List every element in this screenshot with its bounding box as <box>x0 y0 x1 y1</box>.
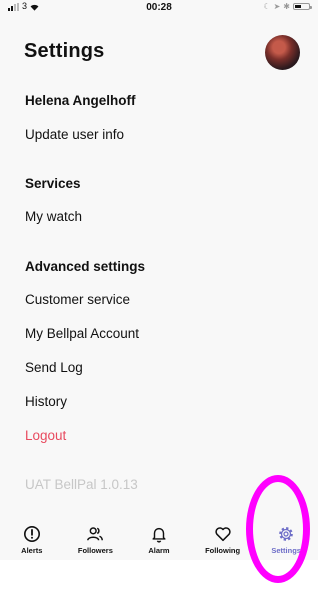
tab-label-alarm: Alarm <box>148 546 170 555</box>
my-watch-item[interactable]: My watch <box>25 209 82 224</box>
logout-item[interactable]: Logout <box>25 428 66 443</box>
advanced-settings-heading: Advanced settings <box>25 259 146 274</box>
user-name-heading: Helena Angelhoff <box>25 93 136 108</box>
send-log-item[interactable]: Send Log <box>25 360 83 375</box>
heart-icon <box>214 527 231 542</box>
history-item[interactable]: History <box>25 394 67 409</box>
avatar[interactable] <box>265 35 300 70</box>
users-icon <box>87 527 104 541</box>
tab-settings[interactable]: Settings <box>254 518 318 560</box>
gear-icon <box>279 527 294 541</box>
header: Settings <box>24 40 105 63</box>
bellpal-account-item[interactable]: My Bellpal Account <box>25 326 139 341</box>
tab-following[interactable]: Following <box>191 518 255 560</box>
settings-screen: 3 00:28 ☾ ➤ ✱ Settings Helena Angelhoff … <box>0 0 318 560</box>
tab-label-followers: Followers <box>77 546 113 555</box>
tab-alerts[interactable]: Alerts <box>0 518 64 560</box>
bluetooth-icon: ✱ <box>283 2 290 11</box>
page-title: Settings <box>24 40 105 62</box>
battery-icon <box>293 3 312 10</box>
app-version: UAT BellPal 1.0.13 <box>25 477 138 492</box>
alert-circle-icon <box>23 525 40 543</box>
tab-bar: Alerts Followers Alarm Following Setting… <box>0 518 318 560</box>
tab-followers[interactable]: Followers <box>64 518 128 560</box>
tab-label-settings: Settings <box>271 546 301 555</box>
bell-icon <box>152 527 166 543</box>
location-icon: ➤ <box>273 2 281 11</box>
tab-label-following: Following <box>205 546 241 555</box>
status-bar: 3 00:28 ☾ ➤ ✱ <box>0 0 318 16</box>
services-heading: Services <box>25 176 81 191</box>
status-right: ☾ ➤ ✱ <box>263 2 312 11</box>
update-user-info-item[interactable]: Update user info <box>25 127 124 142</box>
moon-icon: ☾ <box>263 2 271 11</box>
tab-alarm[interactable]: Alarm <box>127 518 191 560</box>
tab-label-alerts: Alerts <box>21 546 43 555</box>
customer-service-item[interactable]: Customer service <box>25 292 130 307</box>
